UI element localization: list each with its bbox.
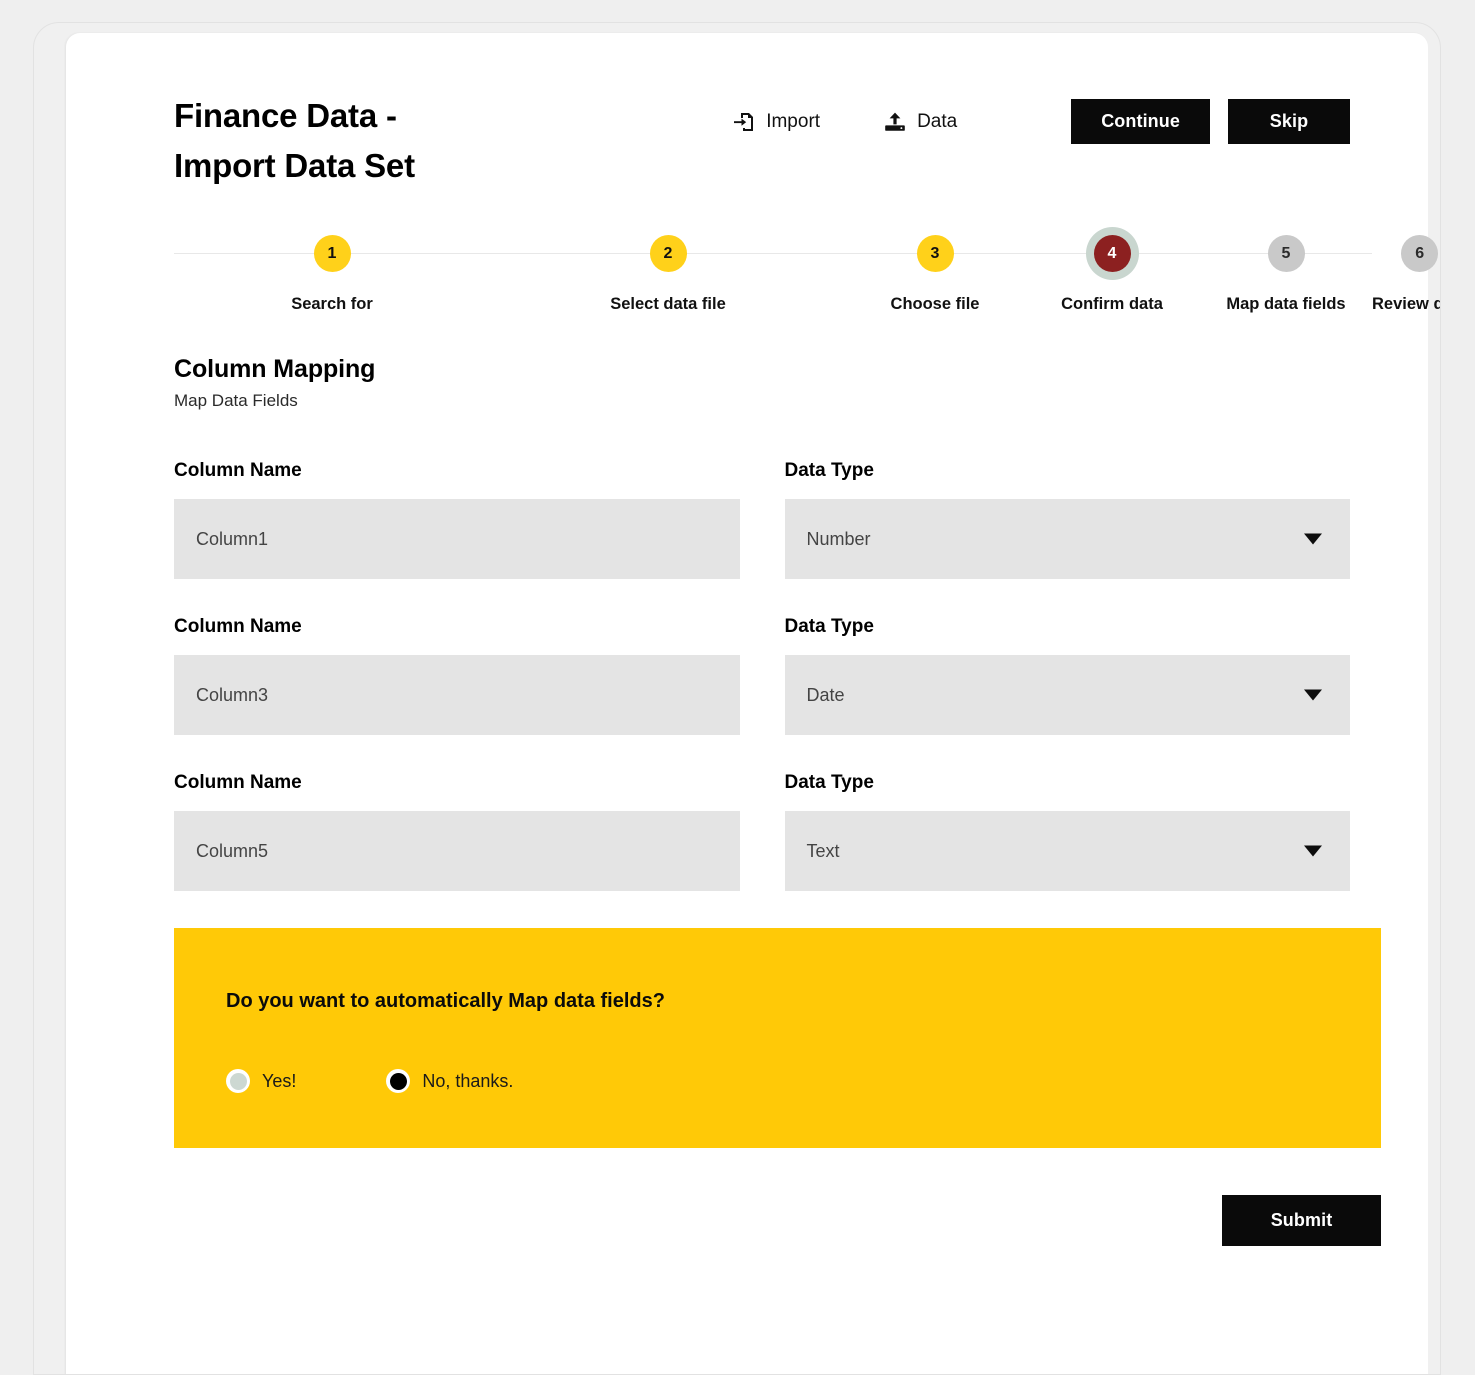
column-name-value: Column5 — [196, 840, 269, 861]
data-action-label: Data — [917, 110, 958, 132]
column-name-input-2[interactable]: Column3 — [174, 655, 740, 735]
header-toolbar: Import Data Continue Skip — [727, 99, 1350, 144]
column-name-input-1[interactable]: Column1 — [174, 499, 740, 579]
step-map-data-fields[interactable]: 5 Map data fields — [1200, 225, 1372, 317]
step-number: 6 — [1401, 235, 1439, 272]
step-label: Review data — [1372, 295, 1440, 313]
data-type-value: Number — [806, 528, 871, 549]
upload-icon — [882, 109, 908, 135]
step-number: 5 — [1267, 235, 1305, 272]
section-subtitle: Map Data Fields — [174, 391, 298, 410]
step-number: 1 — [313, 235, 351, 272]
section-header: Column Mapping Map Data Fields — [174, 355, 1350, 411]
data-type-field-3: Data Type Text — [784, 772, 1350, 891]
form-footer: Submit — [174, 1195, 1381, 1246]
data-type-value: Text — [806, 840, 840, 861]
data-type-select-2[interactable]: Date — [784, 655, 1350, 735]
mapping-row: Column Name Column1 Data Type Number — [174, 460, 1350, 579]
data-type-select-1[interactable]: Number — [784, 499, 1350, 579]
column-name-value: Column1 — [196, 528, 269, 549]
import-action-label: Import — [766, 110, 821, 132]
column-name-label: Column Name — [174, 616, 302, 637]
radio-label: No, thanks. — [422, 1070, 514, 1091]
radio-icon — [386, 1069, 411, 1093]
step-review-data[interactable]: 6 Review data — [1372, 225, 1440, 317]
page-title-line-2: Import Data Set — [174, 146, 415, 184]
radio-option-yes[interactable]: Yes! — [226, 1069, 296, 1093]
step-label: Choose file — [890, 295, 980, 313]
step-label: Search for — [291, 295, 373, 313]
mapping-row: Column Name Column5 Data Type Text — [174, 772, 1350, 891]
progress-stepper: 1 Search for 2 Select data file 3 Choose… — [174, 225, 1440, 317]
app-frame: Finance Data - Import Data Set Import Da… — [33, 22, 1441, 1375]
column-name-label: Column Name — [174, 772, 302, 793]
column-mapping-list: Column Name Column1 Data Type Number Col… — [174, 460, 1350, 891]
chevron-down-icon — [1304, 689, 1322, 701]
column-name-value: Column3 — [196, 684, 269, 705]
file-import-icon — [731, 109, 757, 135]
step-label: Map data fields — [1226, 295, 1346, 313]
data-type-label: Data Type — [784, 616, 874, 637]
column-name-field-2: Column Name Column3 — [174, 616, 740, 735]
main-card: Finance Data - Import Data Set Import Da… — [66, 33, 1440, 1374]
radio-icon — [226, 1069, 250, 1093]
submit-button[interactable]: Submit — [1222, 1195, 1381, 1246]
step-number: 2 — [649, 235, 687, 272]
radio-option-no[interactable]: No, thanks. — [386, 1069, 513, 1093]
radio-label: Yes! — [262, 1070, 297, 1091]
page-header: Finance Data - Import Data Set Import Da… — [174, 91, 1350, 203]
step-select-data-file[interactable]: 2 Select data file — [490, 225, 846, 317]
chevron-down-icon — [1304, 845, 1322, 857]
mapping-row: Column Name Column3 Data Type Date — [174, 616, 1350, 735]
chevron-down-icon — [1304, 533, 1322, 545]
continue-button[interactable]: Continue — [1071, 99, 1210, 144]
step-search-for[interactable]: 1 Search for — [174, 225, 490, 317]
column-name-field-3: Column Name Column5 — [174, 772, 740, 891]
import-action[interactable]: Import — [727, 103, 824, 141]
data-type-field-2: Data Type Date — [784, 616, 1350, 735]
step-label: Confirm data — [1061, 295, 1163, 313]
column-name-field-1: Column Name Column1 — [174, 460, 740, 579]
data-type-value: Date — [806, 684, 845, 705]
data-type-label: Data Type — [784, 460, 874, 481]
auto-map-prompt-panel: Do you want to automatically Map data fi… — [174, 928, 1381, 1148]
step-confirm-data[interactable]: 4 Confirm data — [1024, 225, 1200, 317]
step-choose-file[interactable]: 3 Choose file — [846, 225, 1024, 317]
data-type-label: Data Type — [784, 772, 874, 793]
skip-button[interactable]: Skip — [1228, 99, 1350, 144]
auto-map-question: Do you want to automatically Map data fi… — [226, 990, 665, 1012]
data-type-field-1: Data Type Number — [784, 460, 1350, 579]
data-action[interactable]: Data — [878, 103, 961, 141]
auto-map-radio-group: Yes! No, thanks. — [226, 1069, 1381, 1093]
data-type-select-3[interactable]: Text — [784, 811, 1350, 891]
column-name-label: Column Name — [174, 460, 302, 481]
step-number: 4 — [1093, 235, 1131, 272]
step-number: 3 — [916, 235, 954, 272]
step-label: Select data file — [610, 295, 726, 313]
section-title: Column Mapping — [174, 355, 376, 383]
column-name-input-3[interactable]: Column5 — [174, 811, 740, 891]
